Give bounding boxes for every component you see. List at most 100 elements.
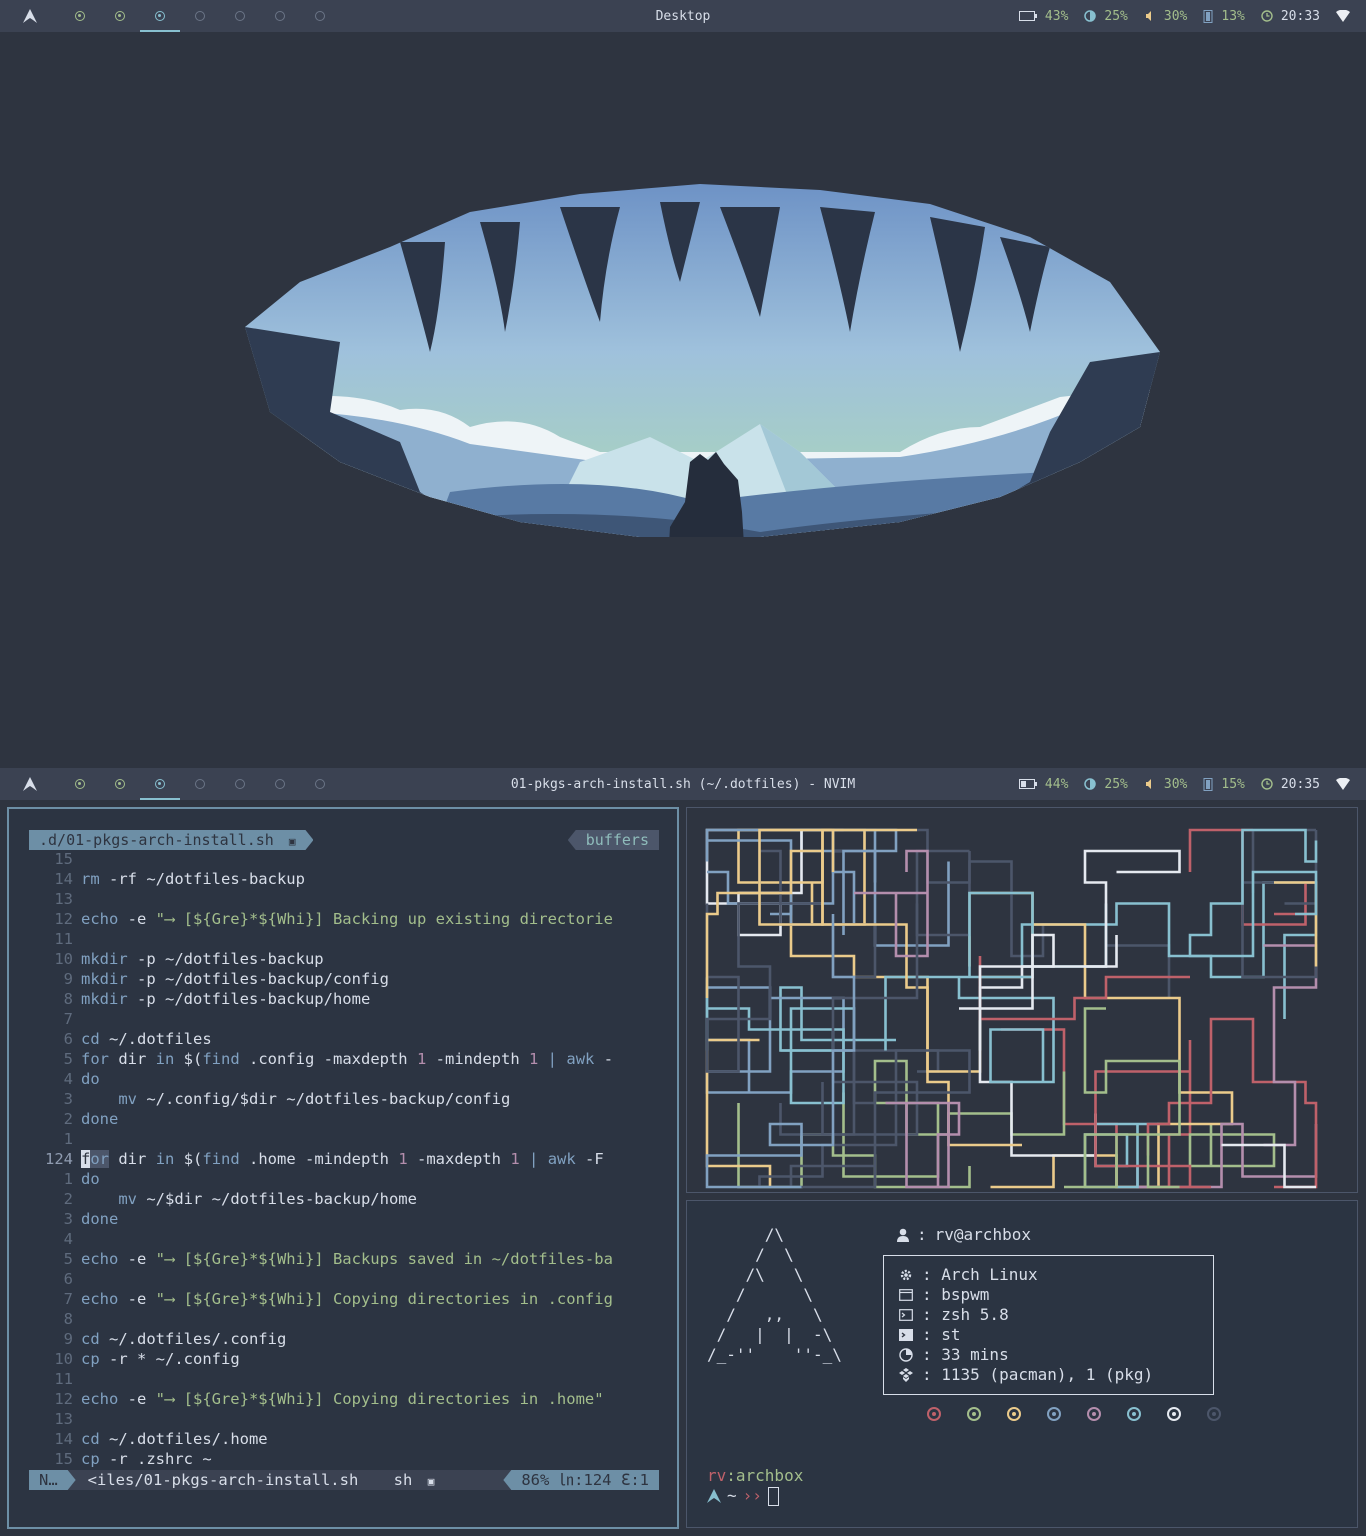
fetch-terminal-window[interactable]: /\ / \ /\ \ / \ / ,, \ / | | -\ /_-'' ''…	[686, 1200, 1358, 1528]
code-line[interactable]: 7 echo -e "⟶ [${Gre}*${Whi}] Copying dire…	[29, 1289, 659, 1309]
code-text: do	[81, 1070, 100, 1088]
wifi-icon	[1336, 10, 1350, 22]
workspace-4[interactable]	[180, 768, 220, 800]
code-line[interactable]: 12 echo -e "⟶ [${Gre}*${Whi}] Copying dir…	[29, 1389, 659, 1409]
code-line[interactable]: 3 done	[29, 1209, 659, 1229]
desktop-wallpaper	[0, 32, 1366, 768]
volume-module[interactable]: 30%	[1144, 9, 1187, 24]
workspace-3[interactable]	[140, 0, 180, 32]
line-number: 14	[54, 870, 73, 888]
code-text: cd ~/.dotfiles/.config	[81, 1330, 287, 1348]
battery-module[interactable]: 44%	[1018, 777, 1068, 792]
code-text: cd ~/.dotfiles/.home	[81, 1430, 268, 1448]
code-text: echo -e "⟶ [${Gre}*${Whi}] Backups saved…	[81, 1250, 613, 1268]
code-line[interactable]: 1	[29, 1129, 659, 1149]
code-line[interactable]: 1 do	[29, 1169, 659, 1189]
code-line[interactable]: 10 mkdir -p ~/dotfiles-backup	[29, 949, 659, 969]
workspace-3[interactable]	[140, 768, 180, 800]
workspace-7[interactable]	[300, 0, 340, 32]
code-line[interactable]: 9 cd ~/.dotfiles/.config	[29, 1329, 659, 1349]
color-swatch-icon	[1127, 1407, 1141, 1421]
code-line[interactable]: 11	[29, 1369, 659, 1389]
code-line[interactable]: 5 echo -e "⟶ [${Gre}*${Whi}] Backups save…	[29, 1249, 659, 1269]
tab-current-file[interactable]: .d/01-pkgs-arch-install.sh ▣	[29, 830, 313, 850]
code-text: echo -e "⟶ [${Gre}*${Whi}] Backing up ex…	[81, 910, 613, 928]
code-text: mv ~/$dir ~/dotfiles-backup/home	[118, 1190, 417, 1208]
memory-module[interactable]: 15%	[1203, 776, 1245, 792]
wifi-module[interactable]	[1336, 778, 1350, 790]
code-line[interactable]: 15 cp -r .zshrc ~	[29, 1449, 659, 1469]
workspace-7[interactable]	[300, 768, 340, 800]
code-text: cp -r .zshrc ~	[81, 1450, 212, 1468]
code-line[interactable]: 13	[29, 1409, 659, 1429]
code-line[interactable]: 3 mv ~/.config/$dir ~/dotfiles-backup/co…	[29, 1089, 659, 1109]
battery-module[interactable]: 43%	[1018, 8, 1069, 24]
tab-buffers[interactable]: buffers	[567, 830, 659, 850]
workspace-5[interactable]	[220, 768, 260, 800]
clock-module[interactable]: 20:35	[1261, 777, 1320, 792]
brightness-module[interactable]: 25%	[1084, 777, 1128, 792]
code-line[interactable]: 8 mkdir -p ~/dotfiles-backup/home	[29, 989, 659, 1009]
line-number: 6	[63, 1270, 73, 1288]
color-swatch-icon	[1007, 1407, 1021, 1421]
code-line[interactable]: 12 echo -e "⟶ [${Gre}*${Whi}] Backing up …	[29, 909, 659, 929]
code-line[interactable]: 2 done	[29, 1109, 659, 1129]
workspace-5[interactable]	[220, 0, 260, 32]
memory-module[interactable]: 13%	[1203, 9, 1245, 24]
code-line[interactable]: 5 for dir in $(find .config -maxdepth 1 -…	[29, 1049, 659, 1069]
memory-icon	[1203, 9, 1213, 23]
code-text: for dir in $(find .config -maxdepth 1 -m…	[81, 1050, 614, 1068]
arch-logo-icon[interactable]	[0, 768, 60, 800]
line-number: 11	[54, 1370, 73, 1388]
workspace-dot-icon	[155, 779, 165, 789]
code-line[interactable]: 10 cp -r * ~/.config	[29, 1349, 659, 1369]
user-icon	[897, 1228, 909, 1242]
clock-module[interactable]: 20:33	[1261, 9, 1320, 24]
code-line[interactable]: 9 mkdir -p ~/dotfiles-backup/config	[29, 969, 659, 989]
workspace-2[interactable]	[100, 0, 140, 32]
status-filetype-label: sh	[393, 1471, 413, 1489]
line-number: 13	[54, 890, 73, 908]
code-line[interactable]: 124 for dir in $(find .home -mindepth 1 -…	[29, 1149, 659, 1169]
workspace-1[interactable]	[60, 0, 100, 32]
wifi-module[interactable]	[1336, 10, 1350, 22]
code-line[interactable]: 14 rm -rf ~/dotfiles-backup	[29, 869, 659, 889]
status-filetype: sh ▣	[394, 1470, 474, 1490]
pipes-terminal-window[interactable]	[686, 807, 1358, 1193]
prompt-input-line[interactable]: ~ ››	[707, 1486, 779, 1506]
battery-value: 43%	[1044, 8, 1069, 24]
workspace-4[interactable]	[180, 0, 220, 32]
pipe-segment	[1263, 944, 1318, 1147]
brightness-module[interactable]: 25%	[1084, 9, 1128, 24]
workspace-2[interactable]	[100, 768, 140, 800]
line-number: 12	[54, 1390, 73, 1408]
code-line[interactable]: 6	[29, 1269, 659, 1289]
prompt-user: rv	[707, 1466, 727, 1485]
workspace-6[interactable]	[260, 0, 300, 32]
line-number: 4	[63, 1070, 73, 1088]
code-line[interactable]: 14 cd ~/.dotfiles/.home	[29, 1429, 659, 1449]
workspace-1[interactable]	[60, 768, 100, 800]
code-line[interactable]: 7	[29, 1009, 659, 1029]
workspace-6[interactable]	[260, 768, 300, 800]
prompt-dir: ~	[727, 1486, 737, 1505]
code-line[interactable]: 4	[29, 1229, 659, 1249]
code-line[interactable]: 4 do	[29, 1069, 659, 1089]
arch-logo-icon[interactable]	[0, 0, 60, 32]
line-number: 6	[63, 1030, 73, 1048]
code-line[interactable]: 8	[29, 1309, 659, 1329]
code-line[interactable]: 15	[29, 849, 659, 869]
line-number: 7	[63, 1290, 73, 1308]
nvim-window[interactable]: .d/01-pkgs-arch-install.sh ▣ buffers 15 1…	[7, 807, 679, 1529]
code-editor[interactable]: 15 14 rm -rf ~/dotfiles-backup 13 12 echo -e …	[29, 849, 659, 1469]
code-line[interactable]: 2 mv ~/$dir ~/dotfiles-backup/home	[29, 1189, 659, 1209]
code-line[interactable]: 13	[29, 889, 659, 909]
code-text: done	[81, 1110, 119, 1128]
uptime-icon	[898, 1348, 914, 1362]
line-number: 1	[63, 1130, 73, 1148]
memory-value: 15%	[1221, 776, 1245, 792]
code-line[interactable]: 11	[29, 929, 659, 949]
color-swatch-icon	[1087, 1407, 1101, 1421]
volume-module[interactable]: 30%	[1144, 777, 1187, 792]
code-line[interactable]: 6 cd ~/.dotfiles	[29, 1029, 659, 1049]
